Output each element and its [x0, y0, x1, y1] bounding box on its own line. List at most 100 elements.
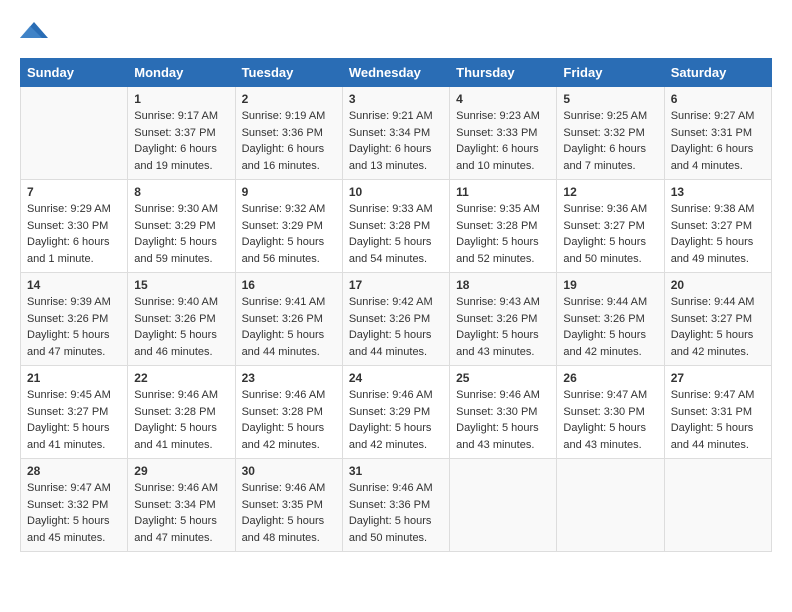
day-number: 8	[134, 185, 228, 199]
week-row-2: 7 Sunrise: 9:29 AM Sunset: 3:30 PM Daylig…	[21, 180, 772, 273]
calendar-table: SundayMondayTuesdayWednesdayThursdayFrid…	[20, 58, 772, 552]
day-info: Sunrise: 9:32 AM Sunset: 3:29 PM Dayligh…	[242, 201, 336, 267]
day-info: Sunrise: 9:46 AM Sunset: 3:29 PM Dayligh…	[349, 387, 443, 453]
day-number: 26	[563, 371, 657, 385]
day-number: 21	[27, 371, 121, 385]
week-row-3: 14 Sunrise: 9:39 AM Sunset: 3:26 PM Dayli…	[21, 273, 772, 366]
table-cell: 15 Sunrise: 9:40 AM Sunset: 3:26 PM Dayli…	[128, 273, 235, 366]
logo-icon	[20, 20, 48, 42]
table-cell: 11Sunrise: 9:35 AM Sunset: 3:28 PM Dayli…	[450, 180, 557, 273]
table-cell: 4Sunrise: 9:23 AM Sunset: 3:33 PM Daylig…	[450, 87, 557, 180]
day-number: 1	[134, 92, 228, 106]
day-info: Sunrise: 9:46 AM Sunset: 3:28 PM Dayligh…	[242, 387, 336, 453]
day-number: 4	[456, 92, 550, 106]
header-tuesday: Tuesday	[235, 59, 342, 87]
day-info: Sunrise: 9:44 AM Sunset: 3:26 PM Dayligh…	[563, 294, 657, 360]
day-info: Sunrise: 9:29 AM Sunset: 3:30 PM Dayligh…	[27, 201, 121, 267]
day-info: Sunrise: 9:42 AM Sunset: 3:26 PM Dayligh…	[349, 294, 443, 360]
table-cell: 8Sunrise: 9:30 AM Sunset: 3:29 PM Daylig…	[128, 180, 235, 273]
header-wednesday: Wednesday	[342, 59, 449, 87]
day-info: Sunrise: 9:47 AM Sunset: 3:31 PM Dayligh…	[671, 387, 765, 453]
table-cell: 3 Sunrise: 9:21 AM Sunset: 3:34 PM Daylig…	[342, 87, 449, 180]
day-number: 10	[349, 185, 443, 199]
table-cell: 7 Sunrise: 9:29 AM Sunset: 3:30 PM Daylig…	[21, 180, 128, 273]
week-row-4: 21 Sunrise: 9:45 AM Sunset: 3:27 PM Dayli…	[21, 366, 772, 459]
day-info: Sunrise: 9:36 AM Sunset: 3:27 PM Dayligh…	[563, 201, 657, 267]
day-info: Sunrise: 9:38 AM Sunset: 3:27 PM Dayligh…	[671, 201, 765, 267]
table-cell: 1 Sunrise: 9:17 AM Sunset: 3:37 PM Daylig…	[128, 87, 235, 180]
day-info: Sunrise: 9:47 AM Sunset: 3:32 PM Dayligh…	[27, 480, 121, 546]
day-info: Sunrise: 9:39 AM Sunset: 3:26 PM Dayligh…	[27, 294, 121, 360]
day-info: Sunrise: 9:46 AM Sunset: 3:36 PM Dayligh…	[349, 480, 443, 546]
table-cell: 14 Sunrise: 9:39 AM Sunset: 3:26 PM Dayli…	[21, 273, 128, 366]
table-cell: 20 Sunrise: 9:44 AM Sunset: 3:27 PM Dayli…	[664, 273, 771, 366]
day-info: Sunrise: 9:43 AM Sunset: 3:26 PM Dayligh…	[456, 294, 550, 360]
table-cell: 22 Sunrise: 9:46 AM Sunset: 3:28 PM Dayli…	[128, 366, 235, 459]
day-number: 28	[27, 464, 121, 478]
day-number: 2	[242, 92, 336, 106]
day-number: 22	[134, 371, 228, 385]
table-cell	[557, 459, 664, 552]
day-number: 3	[349, 92, 443, 106]
table-cell: 23 Sunrise: 9:46 AM Sunset: 3:28 PM Dayli…	[235, 366, 342, 459]
table-cell: 17 Sunrise: 9:42 AM Sunset: 3:26 PM Dayli…	[342, 273, 449, 366]
day-number: 31	[349, 464, 443, 478]
day-info: Sunrise: 9:44 AM Sunset: 3:27 PM Dayligh…	[671, 294, 765, 360]
day-number: 11	[456, 185, 550, 199]
day-info: Sunrise: 9:21 AM Sunset: 3:34 PM Dayligh…	[349, 108, 443, 174]
table-cell: 6 Sunrise: 9:27 AM Sunset: 3:31 PM Daylig…	[664, 87, 771, 180]
day-number: 6	[671, 92, 765, 106]
day-number: 24	[349, 371, 443, 385]
day-number: 7	[27, 185, 121, 199]
day-number: 23	[242, 371, 336, 385]
table-cell: 13 Sunrise: 9:38 AM Sunset: 3:27 PM Dayli…	[664, 180, 771, 273]
day-number: 17	[349, 278, 443, 292]
day-info: Sunrise: 9:46 AM Sunset: 3:28 PM Dayligh…	[134, 387, 228, 453]
day-info: Sunrise: 9:46 AM Sunset: 3:34 PM Dayligh…	[134, 480, 228, 546]
week-row-5: 28 Sunrise: 9:47 AM Sunset: 3:32 PM Dayli…	[21, 459, 772, 552]
calendar-header-row: SundayMondayTuesdayWednesdayThursdayFrid…	[21, 59, 772, 87]
day-number: 12	[563, 185, 657, 199]
day-number: 9	[242, 185, 336, 199]
day-info: Sunrise: 9:33 AM Sunset: 3:28 PM Dayligh…	[349, 201, 443, 267]
header-sunday: Sunday	[21, 59, 128, 87]
day-info: Sunrise: 9:47 AM Sunset: 3:30 PM Dayligh…	[563, 387, 657, 453]
table-cell: 9 Sunrise: 9:32 AM Sunset: 3:29 PM Daylig…	[235, 180, 342, 273]
day-info: Sunrise: 9:45 AM Sunset: 3:27 PM Dayligh…	[27, 387, 121, 453]
day-info: Sunrise: 9:19 AM Sunset: 3:36 PM Dayligh…	[242, 108, 336, 174]
header-friday: Friday	[557, 59, 664, 87]
table-cell: 29 Sunrise: 9:46 AM Sunset: 3:34 PM Dayli…	[128, 459, 235, 552]
day-info: Sunrise: 9:25 AM Sunset: 3:32 PM Dayligh…	[563, 108, 657, 174]
table-cell: 18 Sunrise: 9:43 AM Sunset: 3:26 PM Dayli…	[450, 273, 557, 366]
day-number: 27	[671, 371, 765, 385]
day-number: 19	[563, 278, 657, 292]
day-info: Sunrise: 9:17 AM Sunset: 3:37 PM Dayligh…	[134, 108, 228, 174]
table-cell: 31 Sunrise: 9:46 AM Sunset: 3:36 PM Dayli…	[342, 459, 449, 552]
day-number: 20	[671, 278, 765, 292]
day-number: 14	[27, 278, 121, 292]
table-cell: 19 Sunrise: 9:44 AM Sunset: 3:26 PM Dayli…	[557, 273, 664, 366]
day-number: 5	[563, 92, 657, 106]
table-cell: 12 Sunrise: 9:36 AM Sunset: 3:27 PM Dayli…	[557, 180, 664, 273]
day-number: 18	[456, 278, 550, 292]
day-info: Sunrise: 9:27 AM Sunset: 3:31 PM Dayligh…	[671, 108, 765, 174]
week-row-1: 1 Sunrise: 9:17 AM Sunset: 3:37 PM Daylig…	[21, 87, 772, 180]
day-number: 16	[242, 278, 336, 292]
table-cell	[450, 459, 557, 552]
day-number: 15	[134, 278, 228, 292]
table-cell: 27 Sunrise: 9:47 AM Sunset: 3:31 PM Dayli…	[664, 366, 771, 459]
day-number: 13	[671, 185, 765, 199]
page-header	[20, 20, 772, 42]
header-thursday: Thursday	[450, 59, 557, 87]
day-number: 25	[456, 371, 550, 385]
table-cell: 24 Sunrise: 9:46 AM Sunset: 3:29 PM Dayli…	[342, 366, 449, 459]
logo	[20, 20, 52, 42]
day-info: Sunrise: 9:40 AM Sunset: 3:26 PM Dayligh…	[134, 294, 228, 360]
table-cell: 25 Sunrise: 9:46 AM Sunset: 3:30 PM Dayli…	[450, 366, 557, 459]
table-cell	[664, 459, 771, 552]
day-info: Sunrise: 9:46 AM Sunset: 3:30 PM Dayligh…	[456, 387, 550, 453]
day-number: 29	[134, 464, 228, 478]
table-cell: 26 Sunrise: 9:47 AM Sunset: 3:30 PM Dayli…	[557, 366, 664, 459]
day-number: 30	[242, 464, 336, 478]
table-cell: 21 Sunrise: 9:45 AM Sunset: 3:27 PM Dayli…	[21, 366, 128, 459]
